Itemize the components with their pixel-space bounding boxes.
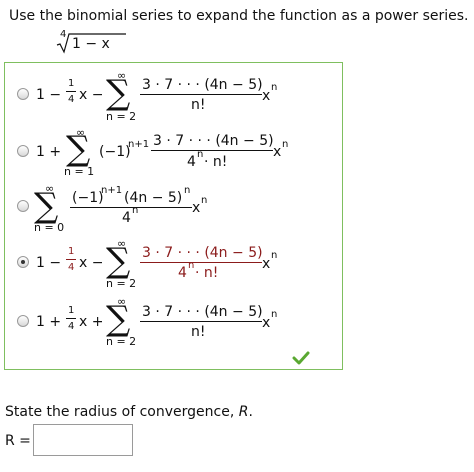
option-1-coef-den: 4 <box>68 94 75 105</box>
option-3-sum-bottom: n = 0 <box>34 221 65 234</box>
option-4-sigma-icon: ∑ <box>106 241 131 281</box>
option-4-lead: 1 − <box>36 255 62 271</box>
option-2-sigma-icon: ∑ <box>66 129 91 169</box>
option-4-sum-bottom: n = 2 <box>106 277 137 290</box>
option-1-tail-exp: n <box>271 82 278 93</box>
radical-expression: 4 1 − x <box>56 30 126 54</box>
option-3-sigma-icon: ∑ <box>34 186 59 226</box>
option-1-sigma-icon: ∑ <box>106 73 131 113</box>
option-5-coef-num: 1 <box>68 305 75 316</box>
option-4-frac-den-base: 4 <box>178 265 187 281</box>
option-5-after-coef: x + <box>79 314 104 330</box>
option-4-frac-num: 3 · 7 · · · (4n − 5) <box>142 245 263 261</box>
option-2-pre-sign: (−1) <box>99 144 131 160</box>
option-2-frac-num: 3 · 7 · · · (4n − 5) <box>153 133 274 149</box>
option-2-frac-den-rest: · n! <box>204 154 228 170</box>
option-2-frac-den-exp: n <box>197 149 204 160</box>
option-4-radio[interactable] <box>17 256 29 268</box>
option-1-frac-den: n! <box>191 97 206 113</box>
option-4-tail-x: x <box>262 256 271 272</box>
option-5-sigma-icon: ∑ <box>106 299 131 339</box>
radius-prompt: State the radius of convergence, R. <box>5 405 253 419</box>
option-1-after-coef: x − <box>79 87 104 103</box>
radius-label: R = <box>5 433 31 449</box>
option-5-tail-exp: n <box>271 309 278 320</box>
option-3-den-exp: n <box>132 205 139 216</box>
option-2-pre-sign-exp: n+1 <box>128 139 150 150</box>
radius-input[interactable] <box>33 424 133 456</box>
option-2-sum-bottom: n = 1 <box>64 165 95 178</box>
option-2-radio[interactable] <box>17 145 29 157</box>
option-5-tail-x: x <box>262 315 271 331</box>
option-4-tail-exp: n <box>271 250 278 261</box>
option-5-lead: 1 + <box>36 314 62 330</box>
option-1-coef-num: 1 <box>68 78 75 89</box>
radicand: 1 − x <box>72 36 110 52</box>
option-4-after-coef: x − <box>79 255 104 271</box>
radius-prompt-var: R <box>238 404 249 420</box>
option-3-num-a-exp: n+1 <box>101 185 123 196</box>
option-2-tail-exp: n <box>282 139 289 150</box>
option-1-sum-bottom: n = 2 <box>106 110 137 123</box>
option-5-sum-bottom: n = 2 <box>106 335 137 348</box>
option-5-coef-den: 4 <box>68 321 75 332</box>
option-3-tail-exp: n <box>201 195 208 206</box>
option-1-tail-x: x <box>262 88 271 104</box>
option-4-frac-den-rest: · n! <box>195 265 219 281</box>
option-5-frac-num: 3 · 7 · · · (4n − 5) <box>142 304 263 320</box>
option-4-coef-num: 1 <box>68 246 75 257</box>
option-2-tail-x: x <box>273 144 282 160</box>
check-icon <box>292 351 310 365</box>
option-1-lead: 1 − <box>36 87 62 103</box>
option-3-den-base: 4 <box>122 210 131 226</box>
radius-prompt-text: State the radius of convergence, <box>5 404 239 420</box>
option-4-coef-den: 4 <box>68 262 75 273</box>
option-2-frac-den-base: 4 <box>187 154 196 170</box>
option-3-num-b: (4n − 5) <box>124 190 183 206</box>
option-4-frac-den-exp: n <box>188 260 195 271</box>
option-3-num-a: (−1) <box>72 190 104 206</box>
option-5-frac-den: n! <box>191 324 206 340</box>
radius-prompt-end: . <box>248 404 253 420</box>
option-2-lead: 1 + <box>36 144 62 160</box>
option-1-radio[interactable] <box>17 88 29 100</box>
option-1-frac-num: 3 · 7 · · · (4n − 5) <box>142 77 263 93</box>
question-prompt: Use the binomial series to expand the fu… <box>9 8 469 24</box>
option-3-num-b-exp: n <box>184 185 191 196</box>
option-5-radio[interactable] <box>17 315 29 327</box>
option-3-tail-x: x <box>192 200 201 216</box>
option-3-radio[interactable] <box>17 200 29 212</box>
